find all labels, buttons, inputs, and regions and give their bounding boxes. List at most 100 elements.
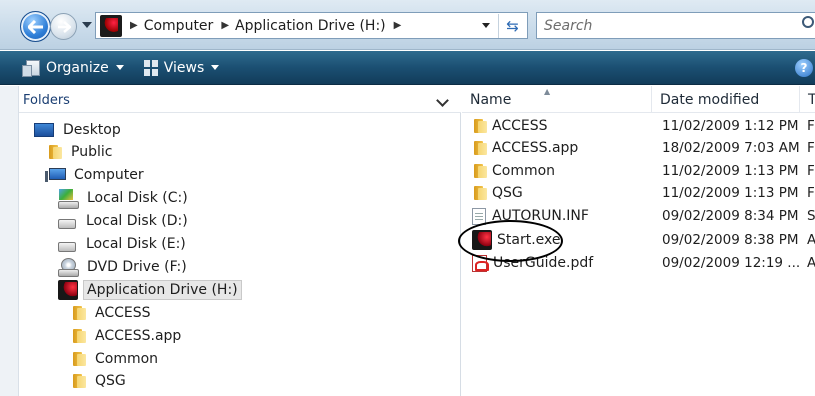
views-button[interactable]: Views [136, 51, 228, 84]
address-history-dropdown[interactable] [482, 23, 490, 28]
tree-item-label: ACCESS.app [95, 328, 182, 344]
back-button[interactable] [20, 11, 51, 42]
application-drive-icon [100, 14, 122, 37]
column-header-name[interactable]: Name ▲ [462, 86, 652, 113]
column-headers: Name ▲ Date modified T [462, 86, 815, 113]
folder-icon [71, 305, 87, 321]
chevron-down-icon [211, 65, 220, 70]
tree-item-public[interactable]: Public [47, 141, 116, 163]
command-bar: Organize Views [0, 51, 815, 85]
folder-icon [472, 118, 488, 134]
address-box[interactable]: ▶ Computer ▶ Application Drive (H:) ▶ [95, 12, 528, 39]
tree-item-label: Application Drive (H:) [83, 280, 242, 300]
folder-icon [472, 140, 488, 156]
folders-title: Folders [23, 93, 70, 108]
breadcrumb-computer[interactable]: Computer [144, 18, 214, 34]
back-arrow-icon [27, 19, 43, 34]
file-date: 09/02/2009 12:19 ... [662, 255, 801, 271]
tree-item-local-disk-c[interactable]: Local Disk (C:) [58, 187, 192, 209]
views-icon [143, 59, 158, 76]
file-name: ACCESS.app [492, 140, 579, 156]
tree-item-access[interactable]: ACCESS [71, 302, 155, 324]
folder-icon [71, 351, 87, 367]
file-row-access-app[interactable]: ACCESS.app 18/02/2009 7:03 AM F [462, 137, 815, 159]
tree-item-access-app[interactable]: ACCESS.app [71, 325, 185, 347]
chevron-down-icon [115, 65, 124, 70]
tree-item-label: Public [71, 144, 113, 160]
refresh-icon: ⇆ [506, 17, 519, 35]
file-date: 09/02/2009 8:34 PM [662, 208, 799, 224]
sort-ascending-icon: ▲ [544, 87, 551, 96]
file-date: 11/02/2009 1:13 PM [662, 185, 799, 201]
tree-item-label: Local Disk (C:) [87, 190, 188, 206]
file-date: 09/02/2009 8:38 PM [662, 232, 799, 248]
search-input[interactable]: Search [536, 12, 815, 39]
file-type: F [807, 118, 815, 134]
file-name: ACCESS [492, 118, 548, 134]
chevron-right-icon[interactable]: ▶ [394, 20, 402, 31]
recent-pages-dropdown[interactable] [82, 22, 92, 28]
column-header-date-modified[interactable]: Date modified [652, 86, 800, 113]
file-row-common[interactable]: Common 11/02/2009 1:13 PM F [462, 160, 815, 182]
file-type: F [807, 140, 815, 156]
tree-item-label: Desktop [63, 122, 121, 138]
drive-icon [58, 218, 76, 229]
file-type: F [807, 163, 815, 179]
drive-icon [58, 241, 76, 252]
tree-item-computer[interactable]: Computer [45, 164, 148, 186]
file-date: 11/02/2009 1:13 PM [662, 163, 799, 179]
folder-icon [47, 144, 63, 160]
chevron-right-icon[interactable]: ▶ [130, 20, 138, 31]
file-name: QSG [492, 185, 523, 201]
search-placeholder: Search [544, 17, 593, 34]
help-icon[interactable]: ? [795, 59, 813, 77]
chevron-right-icon[interactable]: ▶ [221, 20, 229, 31]
system-drive-icon [58, 189, 79, 209]
file-date: 11/02/2009 1:12 PM [662, 118, 799, 134]
column-header-type[interactable]: T [800, 86, 815, 113]
tree-item-common[interactable]: Common [71, 348, 162, 370]
file-type: F [807, 185, 815, 201]
highlight-circle-annotation [458, 220, 563, 262]
folders-header[interactable]: Folders [19, 86, 461, 113]
file-row-qsg[interactable]: QSG 11/02/2009 1:13 PM F [462, 182, 815, 204]
tree-item-local-disk-d[interactable]: Local Disk (D:) [58, 210, 192, 232]
tree-item-label: Local Disk (D:) [86, 213, 188, 229]
tree-item-label: Computer [74, 167, 144, 183]
file-type: A [807, 232, 815, 248]
forward-arrow-icon [57, 20, 71, 33]
column-header-label: Date modified [660, 91, 760, 108]
tree-item-local-disk-e[interactable]: Local Disk (E:) [58, 233, 190, 255]
folder-icon [472, 163, 488, 179]
organize-label: Organize [46, 59, 109, 76]
file-type: A [807, 255, 815, 271]
refresh-button[interactable]: ⇆ [498, 14, 526, 38]
breadcrumb-application-drive[interactable]: Application Drive (H:) [235, 18, 386, 34]
forward-button[interactable] [50, 13, 77, 40]
tree-item-desktop[interactable]: Desktop [34, 119, 125, 141]
application-drive-icon [58, 280, 78, 300]
tree-item-label: Local Disk (E:) [86, 236, 186, 252]
organize-button[interactable]: Organize [18, 51, 132, 84]
computer-icon [45, 167, 66, 183]
folder-icon [472, 185, 488, 201]
desktop-icon [34, 123, 54, 137]
file-row-access[interactable]: ACCESS 11/02/2009 1:12 PM F [462, 115, 815, 137]
tree-item-label: DVD Drive (F:) [87, 259, 187, 275]
organize-icon [22, 59, 40, 77]
folder-icon [71, 328, 87, 344]
file-date: 18/02/2009 7:03 AM [662, 140, 800, 156]
column-header-label: T [808, 91, 815, 108]
tree-item-label: ACCESS [95, 305, 151, 321]
views-label: Views [163, 59, 205, 76]
folder-icon [71, 373, 87, 389]
pane-edge [0, 86, 19, 396]
file-name: Common [492, 163, 556, 179]
tree-item-label: Common [95, 351, 159, 367]
tree-item-qsg[interactable]: QSG [71, 370, 130, 392]
tree-item-dvd-drive[interactable]: DVD Drive (F:) [58, 256, 191, 278]
tree-item-application-drive[interactable]: Application Drive (H:) [58, 279, 242, 301]
file-type: S [807, 208, 815, 224]
chevron-down-icon[interactable] [436, 94, 449, 107]
search-icon[interactable] [802, 16, 814, 28]
